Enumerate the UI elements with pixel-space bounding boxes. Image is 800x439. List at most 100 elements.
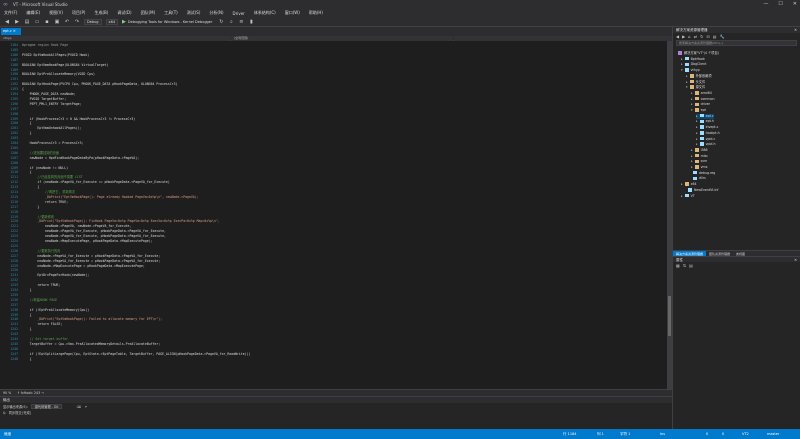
expand-arrow-icon[interactable]: ▸	[696, 131, 698, 135]
code-text-area[interactable]: #pragma region Hook Page PVOID EptVmHookA…	[22, 41, 667, 389]
refresh-icon[interactable]: ↻	[700, 34, 703, 39]
home-icon[interactable]: ⌂	[688, 34, 691, 39]
code-editor[interactable]: 1184 1185 1186 1187 1188 1189 1190 1191 1192 1193…	[0, 41, 672, 389]
code-line[interactable]: #pragma region Hook Page	[22, 43, 68, 48]
save-icon[interactable]: ▪	[44, 19, 50, 25]
forward-icon[interactable]: ▶	[14, 19, 20, 25]
solution-search-input[interactable]: 搜索解决方案资源管理器(Ctrl+;)	[676, 40, 797, 46]
tree-item[interactable]: ▸ VT	[681, 194, 695, 200]
menu-test[interactable]: 测试(S)	[187, 10, 201, 16]
expand-arrow-icon[interactable]: ▾	[691, 108, 693, 112]
code-line[interactable]: PHOOK_PAGE_DATA newNode;	[22, 92, 76, 97]
sync-icon[interactable]: ⇄	[694, 34, 697, 39]
code-line[interactable]: newNode->PageVA_for_Execute, pHookPageDa…	[22, 229, 166, 234]
code-line[interactable]: if (HookProcessCr3 > 0 && HookProcessCr3…	[22, 117, 136, 122]
code-line[interactable]: //查找要挂钩的页面	[22, 151, 59, 156]
menu-tools[interactable]: 工具(T)	[164, 10, 178, 16]
code-line[interactable]: TargetBuffer = Cpu->Vmx.PreAllocatedMemo…	[22, 342, 161, 347]
expand-arrow-icon[interactable]: ▸	[696, 137, 698, 141]
start-debugging-icon[interactable]: ▶	[122, 19, 126, 25]
code-line[interactable]: {	[22, 313, 32, 318]
code-line[interactable]: newNode->PageVA_for_Execute = pHookPageD…	[22, 254, 160, 259]
menu-view[interactable]: 视图(V)	[49, 10, 63, 16]
back-icon[interactable]: ◀	[4, 19, 10, 25]
expand-arrow-icon[interactable]: ▸	[691, 91, 693, 95]
code-line[interactable]: BOOLEAN EptPreAllocateMemory(VOID Cpu)	[22, 72, 95, 77]
close-tab-icon[interactable]: ✕	[13, 29, 16, 33]
code-line[interactable]: if (newNode->PageVA_for_Execute == pHook…	[22, 180, 169, 185]
code-line[interactable]: }	[22, 131, 32, 136]
back-icon[interactable]: ◀	[676, 34, 679, 39]
minimize-button[interactable]: —	[763, 1, 768, 7]
menu-analyze[interactable]: 分析(N)	[209, 10, 223, 16]
expand-arrow-icon[interactable]: ▸	[686, 80, 688, 84]
code-line[interactable]: PVOID EptVmHookAllPages(PVOID Hook)	[22, 53, 89, 58]
menu-driver[interactable]: Driver	[233, 11, 245, 16]
code-line[interactable]: HookProcessCr3 = ProcessCr3;	[22, 141, 84, 146]
save-all-icon[interactable]: ▣	[54, 19, 60, 25]
expand-arrow-icon[interactable]: ▸	[696, 114, 698, 118]
expand-arrow-icon[interactable]: ▸	[691, 165, 693, 169]
code-line[interactable]: }	[22, 205, 39, 210]
undo-icon[interactable]: ↶	[64, 19, 70, 25]
code-line[interactable]: newNode->MapExecutePage, pHookPageData->…	[22, 239, 152, 244]
code-line[interactable]: newNode->PageVA_for_Execute = pHookPageD…	[22, 259, 160, 264]
menu-help[interactable]: 帮助(H)	[309, 10, 323, 16]
code-line[interactable]: //再把它, 重新再次	[22, 190, 75, 195]
new-project-icon[interactable]: ▤	[24, 19, 30, 25]
comment-icon[interactable]: ≡	[238, 19, 244, 25]
code-line[interactable]: BOOLEAN EptHookPage(PVCPU Cpu, PHOOK_PAG…	[22, 82, 177, 87]
code-line[interactable]: PVOID TargetBuffer;	[22, 97, 66, 102]
start-debugging-button[interactable]: Debugging Tools for Windows - Kernel Deb…	[128, 20, 212, 24]
status-errors[interactable]: 0	[706, 432, 708, 436]
code-line[interactable]: }	[22, 288, 32, 293]
output-source-dropdown[interactable]: 源代码管理 - Git	[30, 404, 63, 409]
expand-arrow-icon[interactable]: ▸	[691, 159, 693, 163]
expand-arrow-icon[interactable]: ▸	[696, 142, 698, 146]
code-line[interactable]: _DbPrint("EptVmHookPage(): Failed to all…	[22, 317, 162, 322]
expand-arrow-icon[interactable]: ▸	[681, 194, 683, 198]
expand-arrow-icon[interactable]: ▸	[691, 97, 693, 101]
properties-icon[interactable]: 🔧	[720, 34, 725, 39]
code-line[interactable]: {	[22, 357, 32, 362]
project-dropdown[interactable]: vthyp	[0, 35, 230, 41]
expand-arrow-icon[interactable]: ▸	[681, 57, 683, 61]
menu-debug[interactable]: 调试(D)	[117, 10, 131, 16]
expand-arrow-icon[interactable]: ▸	[686, 74, 688, 78]
close-button[interactable]: ✕	[793, 1, 797, 7]
zoom-level[interactable]: 90 %	[3, 391, 11, 395]
expand-arrow-icon[interactable]: ▸	[691, 154, 693, 158]
collapse-all-icon[interactable]: ⊟	[706, 34, 709, 39]
menu-file[interactable]: 文件(F)	[4, 10, 17, 16]
code-line[interactable]: if (!EptPreAllocateMemory(Cpu))	[22, 308, 90, 313]
code-line[interactable]: //已经挂钩的页面不需要 LIST	[22, 175, 82, 180]
code-line[interactable]: _DbPrint("EptVmHookPage(): FixHook PageV…	[22, 219, 219, 224]
code-line[interactable]: newNode = HpdFindHookPageDataByPa(pHookP…	[22, 156, 139, 161]
code-line[interactable]: {	[22, 121, 32, 126]
code-line[interactable]: }	[22, 327, 32, 332]
code-line[interactable]: EptVmmUnhookAllPages();	[22, 126, 81, 131]
expand-arrow-icon[interactable]: ▸	[696, 119, 698, 123]
code-line[interactable]: //更新执行的页	[22, 249, 60, 254]
categorized-icon[interactable]: ▦	[676, 263, 680, 268]
expand-arrow-icon[interactable]: ▸	[681, 62, 683, 66]
property-pages-icon[interactable]: ▤	[689, 263, 693, 268]
code-line[interactable]: //更新修改	[22, 215, 54, 220]
open-icon[interactable]: ▭	[34, 19, 40, 25]
code-line[interactable]: // Set target buffer	[22, 337, 68, 342]
status-repo[interactable]: master	[767, 432, 779, 436]
code-line[interactable]: return TRUE;	[22, 200, 68, 205]
code-line[interactable]: return FALSE;	[22, 322, 62, 327]
expand-arrow-icon[interactable]: ▸	[696, 125, 698, 129]
code-line[interactable]: newNode->PageVA_for_Execute, pHookPageDa…	[22, 234, 166, 239]
code-line[interactable]: {	[22, 185, 39, 190]
expand-arrow-icon[interactable]: ▸	[681, 182, 683, 186]
forward-icon[interactable]: ▶	[682, 34, 685, 39]
refresh-icon[interactable]: ↻	[218, 19, 224, 25]
tab-ept-c[interactable]: ept.c ✕	[1, 28, 21, 35]
close-icon[interactable]: ✕	[794, 257, 797, 263]
find-icon[interactable]: ⌕	[228, 19, 234, 25]
alphabetical-icon[interactable]: ⇅	[683, 263, 686, 268]
code-line[interactable]: {	[22, 87, 24, 92]
code-line[interactable]: if (!EptSplitLargePage(Cpu, EptState->Ep…	[22, 352, 251, 357]
